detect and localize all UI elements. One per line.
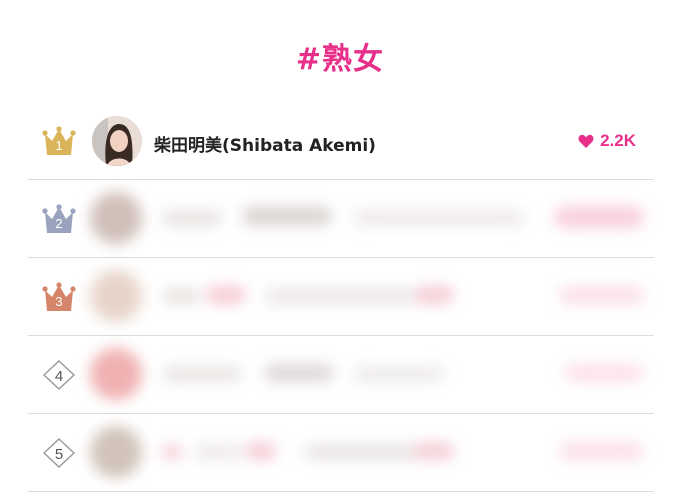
diamond-icon: 5 [42,437,76,469]
ranking-row[interactable]: 1 柴田明美(Shibata Akemi) 2.2K [28,102,654,180]
ranking-row[interactable]: 2 [28,180,654,258]
ranking-row[interactable]: 4 [28,336,654,414]
crown-icon: 2 [42,203,76,235]
blurred-entry [84,180,654,257]
like-count[interactable]: 2.2K [578,131,636,151]
ranking-row[interactable]: 5 [28,414,654,492]
rank-number: 1 [55,138,63,153]
like-count-value: 2.2K [600,131,636,150]
blurred-entry [84,414,654,491]
ranking-list: 1 柴田明美(Shibata Akemi) 2.2K 2 3 4 5 [28,102,654,492]
blurred-entry [84,258,654,335]
heart-icon [578,134,594,149]
rank-number: 5 [54,446,64,463]
profile-name[interactable]: 柴田明美(Shibata Akemi) [154,131,376,156]
crown-icon: 1 [42,125,76,157]
blurred-entry [84,336,654,413]
page-title: #熟女 [295,42,385,77]
crown-icon: 3 [42,281,76,313]
avatar[interactable] [92,116,142,166]
ranking-row[interactable]: 3 [28,258,654,336]
diamond-icon: 4 [42,359,76,391]
rank-number: 2 [55,216,63,231]
rank-number: 3 [55,294,63,309]
rank-number: 4 [54,368,64,385]
